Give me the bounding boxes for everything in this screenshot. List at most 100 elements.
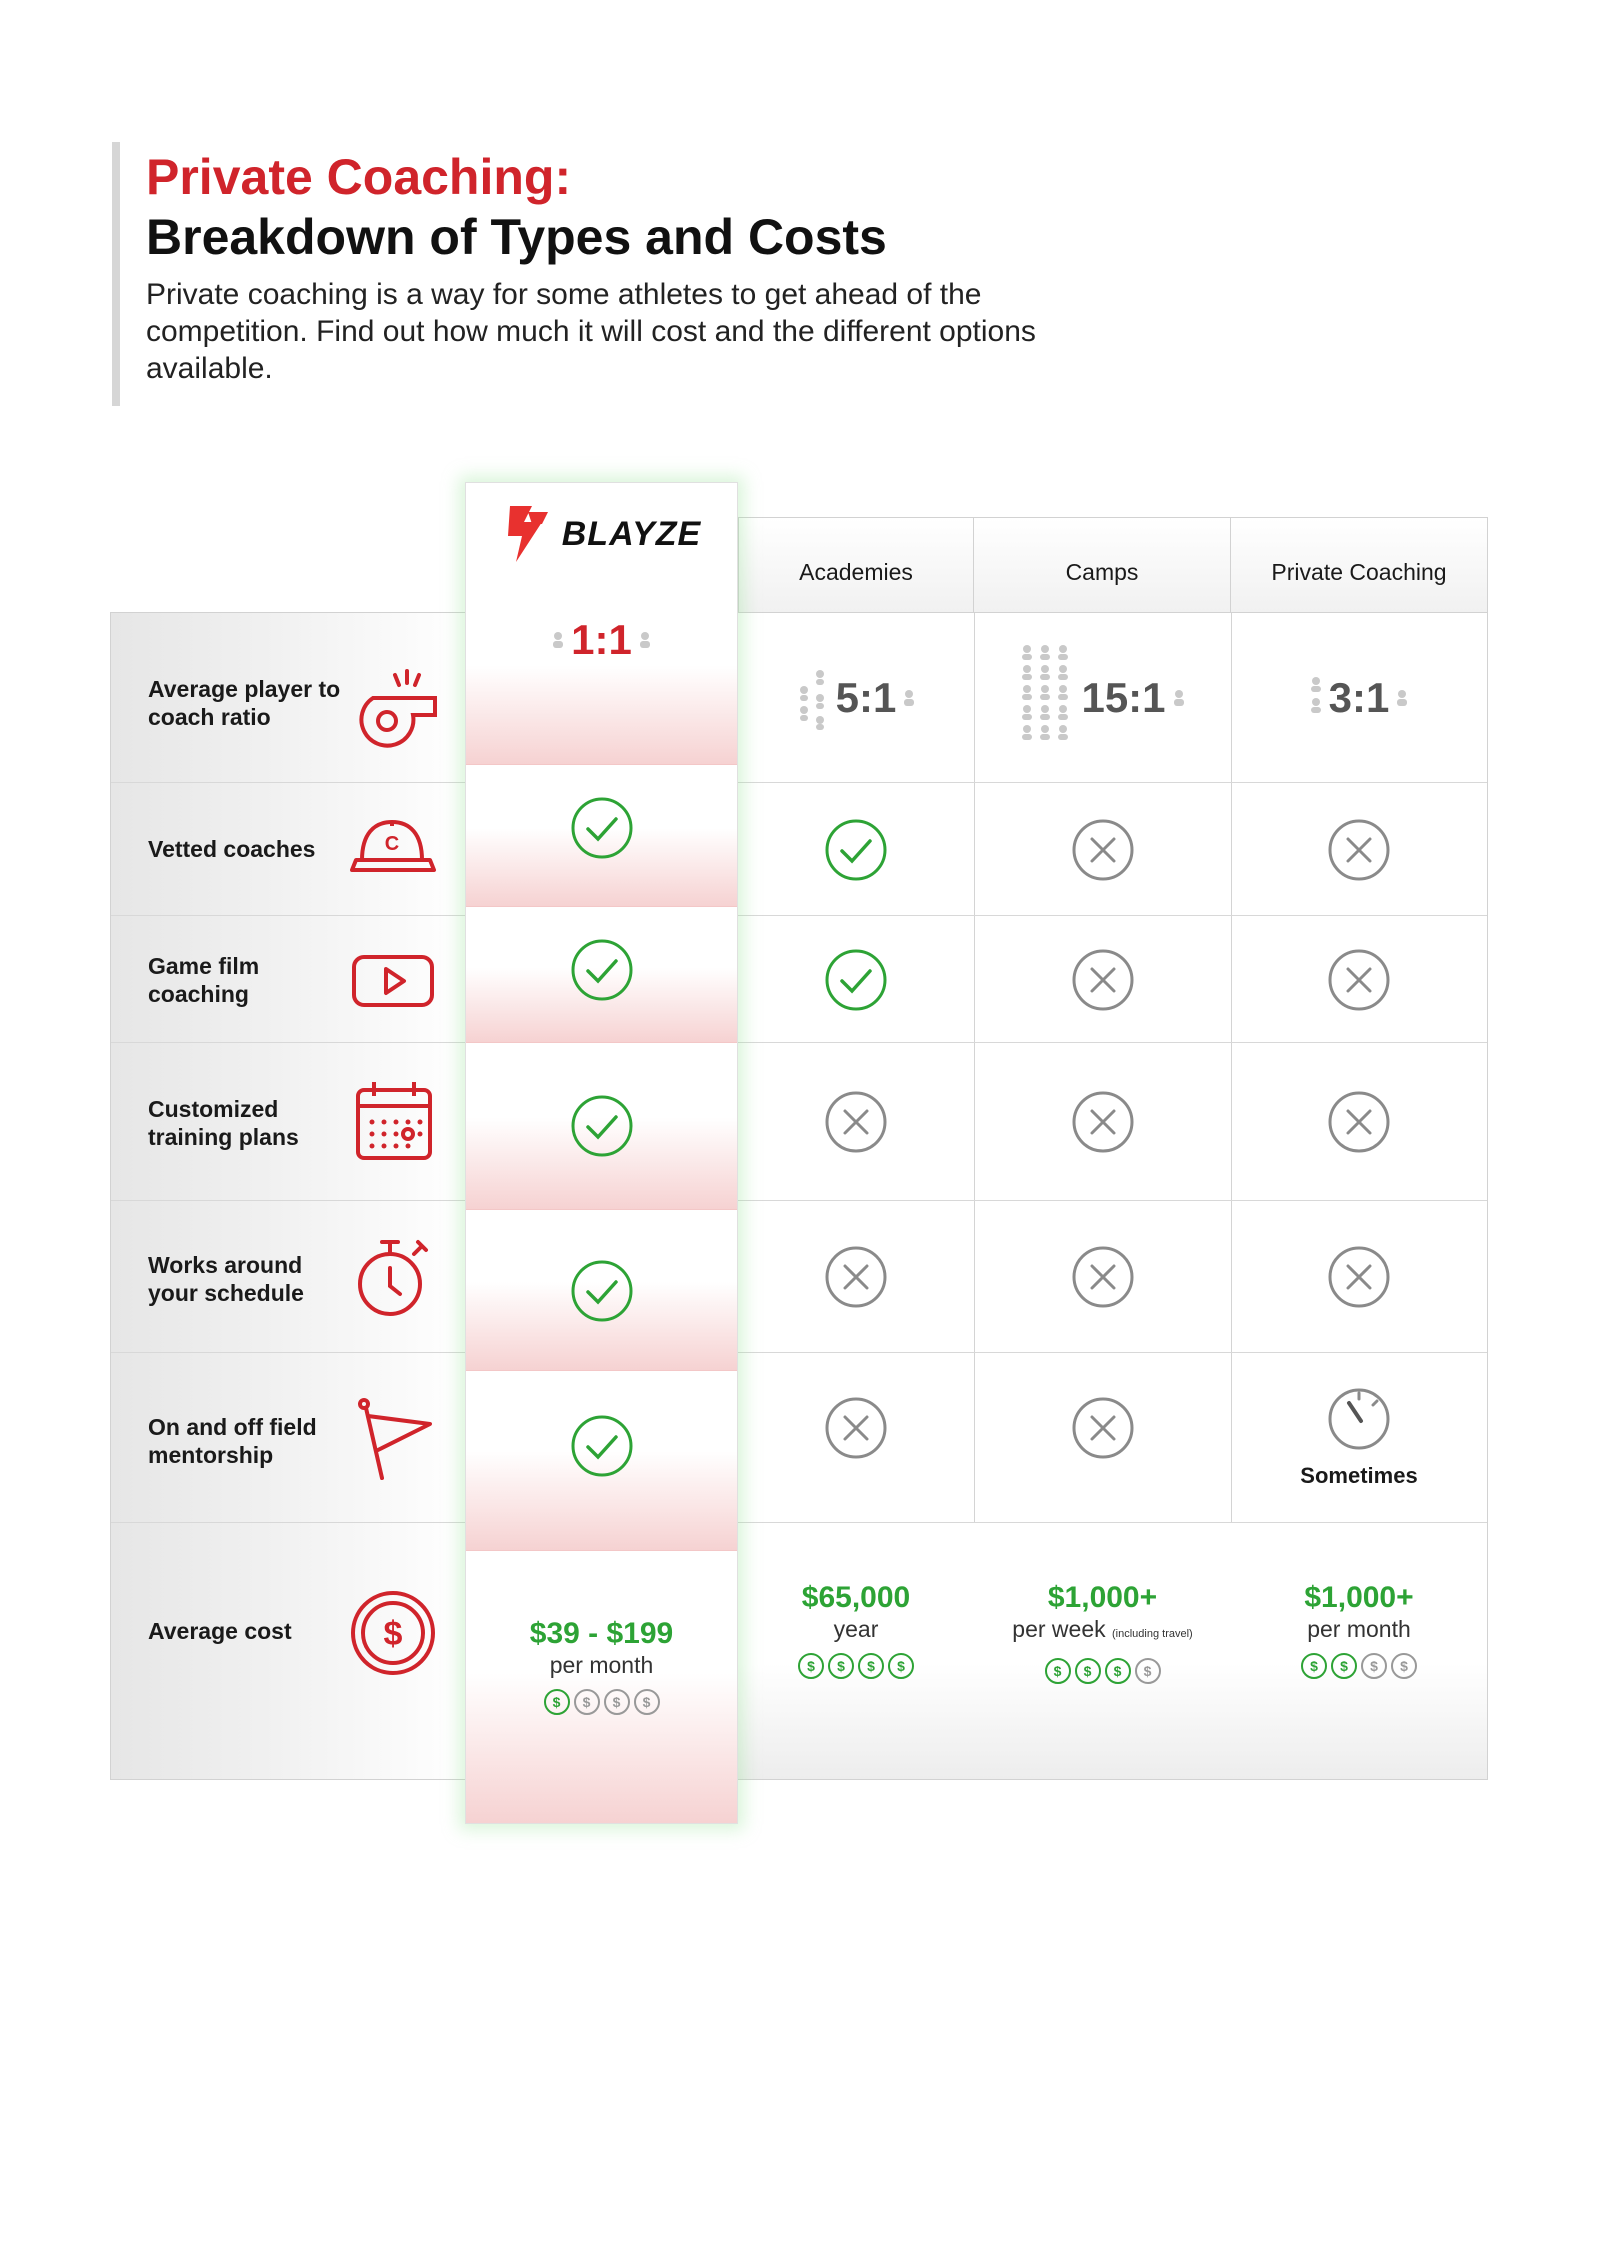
ratio-private-value: 3:1 (1328, 674, 1390, 721)
row-ratio: Average player to coach ratio 5:1 15:1 3… (111, 613, 1487, 783)
blayze-vetted-cell (466, 765, 737, 907)
play-video-icon (343, 930, 443, 1030)
row-label-schedule: Works around your schedule (148, 1252, 304, 1306)
dollar-coin-icon: $ (1134, 1658, 1161, 1684)
row-label-cost: Average cost (148, 1618, 292, 1644)
dollar-coin-icon: $ (858, 1653, 884, 1679)
column-header-academies-label: Academies (799, 559, 913, 585)
check-icon (571, 1260, 632, 1321)
dollar-coin-icon: $ (543, 1689, 570, 1715)
calendar-icon (343, 1071, 443, 1171)
row-schedule: Works around your schedule (111, 1201, 1487, 1353)
row-vetted-coaches: Vetted coaches C (111, 783, 1487, 916)
coach-cap-icon: C (343, 799, 443, 899)
cost-blayze: $39 - $199 per month $ $ $ $ (466, 1551, 737, 1781)
svg-text:$: $ (384, 1615, 403, 1653)
check-icon (571, 939, 632, 1000)
row-game-film: Game film coaching (111, 916, 1487, 1043)
header-block: Private Coaching: Breakdown of Types and… (112, 142, 1112, 406)
ratio-camps: 15:1 (974, 613, 1231, 783)
flag-icon (343, 1389, 443, 1489)
row-label-vetted: Vetted coaches (148, 836, 316, 862)
check-icon (825, 819, 887, 880)
cost-blayze-amount: $39 - $199 (529, 1617, 674, 1650)
check-icon (825, 949, 887, 1010)
dollar-coin-icon: $ (573, 1689, 600, 1715)
dollar-coin-icon: $ (633, 1689, 660, 1715)
dollar-coin-icon: $ (343, 1583, 443, 1683)
cross-camps-plans (974, 1043, 1231, 1201)
stopwatch-icon (343, 1227, 443, 1327)
blayze-schedule (466, 1210, 737, 1371)
page-title-line1: Private Coaching: (146, 149, 572, 205)
cost-camps: $1,000+ per week (including travel) $ $ $ $ (974, 1523, 1231, 1779)
whistle-icon (343, 653, 443, 753)
cross-icon (1328, 1246, 1390, 1308)
check-icon (571, 1415, 632, 1477)
dollar-coin-icon: $ (1331, 1653, 1357, 1679)
cross-icon (1328, 819, 1390, 880)
dollar-coin-icon: $ (888, 1653, 914, 1679)
sometimes-private-mentor: Sometimes (1231, 1353, 1487, 1523)
cost-blayze-coins: $ $ $ $ (543, 1689, 660, 1715)
cost-camps-note: (including travel) (1112, 1628, 1193, 1640)
dollar-coin-icon: $ (1044, 1658, 1071, 1684)
gauge-icon (1328, 1388, 1390, 1450)
cost-private-period: per month (1307, 1616, 1411, 1642)
cross-icon (1072, 819, 1133, 880)
cost-blayze-period: per month (549, 1652, 654, 1678)
blayze-film-cell (466, 907, 737, 1043)
blayze-logo: BLAYZE (466, 483, 737, 586)
dollar-coin-icon: $ (603, 1689, 630, 1715)
cost-camps-amount: $1,000+ (1047, 1581, 1158, 1614)
row-label-plans: Customized training plans (148, 1096, 299, 1150)
cross-academies-schedule (738, 1201, 974, 1353)
cross-icon (1072, 949, 1133, 1010)
blayze-plans (466, 1043, 737, 1208)
cross-icon (1072, 1091, 1133, 1153)
cross-camps-film (974, 916, 1231, 1043)
blayze-ratio: 1:1 (466, 585, 737, 695)
cross-academies-plans (738, 1043, 974, 1201)
row-label-ratio: Average player to coach ratio (148, 676, 341, 730)
cross-icon (825, 1091, 887, 1153)
column-header-academies: Academies (738, 517, 974, 612)
dollar-coin-icon: $ (1074, 1658, 1101, 1684)
cross-icon (1072, 1246, 1133, 1308)
blayze-schedule-cell (466, 1210, 737, 1371)
cross-private-vetted (1231, 783, 1487, 916)
cross-icon (1072, 1397, 1133, 1459)
row-label-mentor: On and off field mentorship (148, 1414, 317, 1468)
ratio-academies: 5:1 (738, 613, 974, 783)
row-training-plans: Customized training plans (111, 1043, 1487, 1201)
cost-private: $1,000+ per month $ $ $ $ (1231, 1523, 1487, 1779)
cost-camps-period-text: per week (1012, 1616, 1106, 1642)
intro-paragraph: Private coaching is a way for some athle… (146, 278, 1036, 385)
cost-academies-coins: $ $ $ $ (798, 1653, 914, 1679)
row-mentorship: On and off field mentorship Sometimes (111, 1353, 1487, 1523)
cross-private-film (1231, 916, 1487, 1043)
page-title-line2: Breakdown of Types and Costs (146, 209, 887, 265)
cross-icon (1328, 1091, 1390, 1153)
check-icon (571, 1095, 632, 1156)
blayze-vetted (466, 765, 737, 890)
dollar-coin-icon: $ (1301, 1653, 1327, 1679)
blayze-film (466, 907, 737, 1032)
comparison-table: Average player to coach ratio 5:1 15:1 3… (110, 612, 1488, 1780)
sometimes-label: Sometimes (1300, 1463, 1418, 1488)
row-average-cost: Average cost $ $65,000 year $ $ $ $ $1,000+… (111, 1523, 1487, 1779)
blayze-ratio-cell: 1:1 (466, 585, 737, 765)
column-header-private-coaching: Private Coaching (1230, 517, 1488, 612)
dollar-coin-icon: $ (1391, 1653, 1417, 1679)
cross-camps-vetted (974, 783, 1231, 916)
ratio-academies-value: 5:1 (835, 674, 897, 721)
cost-camps-coins: $ $ $ $ (1044, 1658, 1161, 1684)
column-header-camps-label: Camps (1065, 559, 1139, 585)
blayze-column: BLAYZE 1:1 $39 - $199 per month $ $ $ $ (465, 482, 738, 1824)
cross-icon (1328, 949, 1390, 1010)
cross-academies-mentor (738, 1353, 974, 1503)
cost-private-amount: $1,000+ (1304, 1581, 1414, 1614)
check-academies-vetted (738, 783, 974, 916)
blayze-cost-cell: $39 - $199 per month $ $ $ $ (466, 1551, 737, 1823)
svg-text:C: C (385, 833, 399, 855)
